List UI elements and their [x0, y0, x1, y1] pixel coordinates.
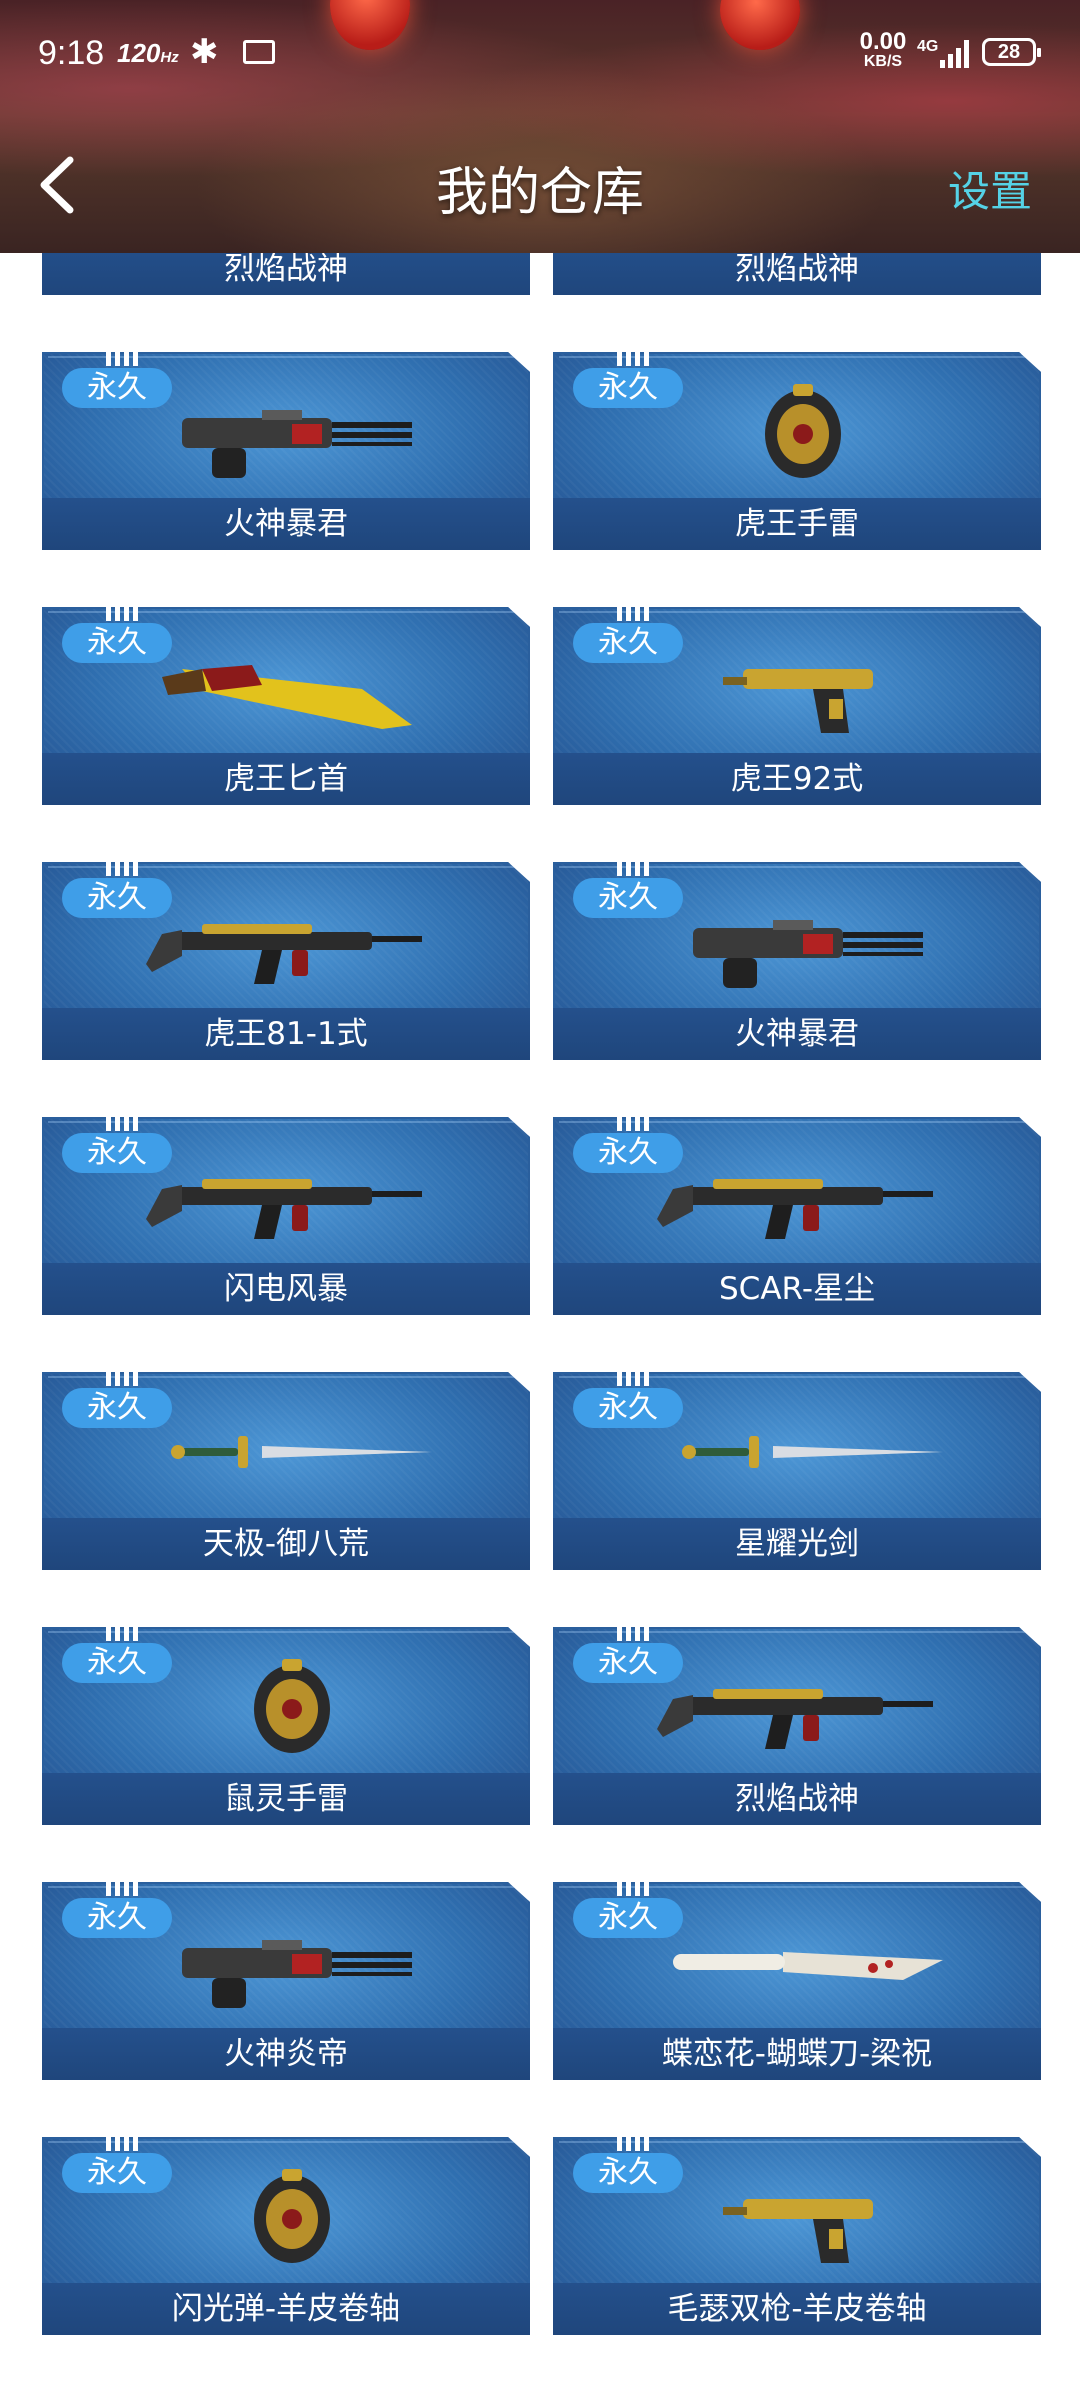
- card-tick-marks: [106, 862, 138, 876]
- rifle-icon: [653, 1649, 953, 1759]
- gatling-gun-icon: [142, 374, 442, 484]
- item-card[interactable]: 永久 虎王匕首: [42, 607, 530, 805]
- grenade-icon: [142, 2159, 442, 2269]
- item-name: 火神炎帝: [42, 2028, 530, 2080]
- card-tick-marks: [617, 1372, 649, 1386]
- item-name: SCAR-星尘: [553, 1263, 1041, 1315]
- card-tick-marks: [106, 2137, 138, 2151]
- gatling-gun-icon: [142, 1904, 442, 2014]
- card-tick-marks: [106, 1372, 138, 1386]
- network-speed-unit: KB/S: [863, 53, 903, 70]
- app-header: 9:18 120Hz ✱ 0.00 KB/S 4G 28 我的仓库 设置: [0, 0, 1080, 253]
- refresh-rate-unit: Hz: [160, 49, 179, 66]
- dagger-icon: [142, 629, 442, 739]
- item-card[interactable]: 永久 蝶恋花-蝴蝶刀-梁祝: [553, 1882, 1041, 2080]
- item-name: 虎王81-1式: [42, 1008, 530, 1060]
- item-name: 蝶恋花-蝴蝶刀-梁祝: [553, 2028, 1041, 2080]
- card-tick-marks: [106, 1117, 138, 1131]
- network-speed: 0.00 KB/S: [855, 28, 911, 72]
- network-type: 4G: [917, 38, 939, 55]
- card-tick-marks: [617, 2137, 649, 2151]
- card-tick-marks: [617, 352, 649, 366]
- rifle-icon: [142, 1139, 442, 1249]
- sword-icon: [653, 1394, 953, 1504]
- item-name: 星耀光剑: [553, 1518, 1041, 1570]
- bluetooth-icon: ✱: [190, 33, 219, 71]
- item-card[interactable]: 永久 虎王手雷: [553, 352, 1041, 550]
- sword-icon: [142, 1394, 442, 1504]
- rifle-icon: [653, 1139, 953, 1249]
- item-name: 虎王匕首: [42, 753, 530, 805]
- item-card[interactable]: 永久 天极-御八荒: [42, 1372, 530, 1570]
- item-card[interactable]: 永久 烈焰战神: [553, 1627, 1041, 1825]
- mail-icon: [243, 40, 275, 64]
- card-tick-marks: [617, 862, 649, 876]
- item-card[interactable]: 永久 火神暴君: [553, 862, 1041, 1060]
- card-tick-marks: [617, 1627, 649, 1641]
- item-name: 鼠灵手雷: [42, 1773, 530, 1825]
- card-tick-marks: [106, 1627, 138, 1641]
- refresh-rate-indicator: 120Hz: [117, 38, 179, 69]
- item-name: 火神暴君: [42, 498, 530, 550]
- gatling-gun-icon: [653, 884, 953, 994]
- item-name: 虎王92式: [553, 753, 1041, 805]
- network-speed-value: 0.00: [859, 28, 907, 55]
- item-card[interactable]: 永久 火神暴君: [42, 352, 530, 550]
- status-time: 9:18: [38, 34, 105, 72]
- rifle-icon: [142, 884, 442, 994]
- item-card[interactable]: 永久 虎王81-1式: [42, 862, 530, 1060]
- item-name: 闪光弹-羊皮卷轴: [42, 2283, 530, 2335]
- refresh-rate-value: 120: [117, 38, 161, 68]
- item-card[interactable]: 永久 星耀光剑: [553, 1372, 1041, 1570]
- pistol-icon: [653, 2159, 953, 2269]
- card-tick-marks: [617, 1117, 649, 1131]
- signal-icon: [940, 40, 970, 68]
- item-card[interactable]: 永久 鼠灵手雷: [42, 1627, 530, 1825]
- item-name: 毛瑟双枪-羊皮卷轴: [553, 2283, 1041, 2335]
- battery-icon: 28: [982, 38, 1041, 66]
- item-card[interactable]: 永久 火神炎帝: [42, 1882, 530, 2080]
- pistol-icon: [653, 629, 953, 739]
- card-tick-marks: [106, 607, 138, 621]
- item-name: 烈焰战神: [553, 1773, 1041, 1825]
- card-tick-marks: [106, 1882, 138, 1896]
- item-name: 火神暴君: [553, 1008, 1041, 1060]
- grenade-icon: [142, 1649, 442, 1759]
- battery-level: 28: [997, 41, 1021, 63]
- item-card[interactable]: 永久 闪光弹-羊皮卷轴: [42, 2137, 530, 2335]
- settings-button[interactable]: 设置: [948, 158, 1032, 219]
- warehouse-item-grid: 烈焰战神 烈焰战神 永久 火神暴君 永久 虎王手雷 永久 虎王匕首 永久 虎王92式 永久 虎王81-…: [0, 0, 1080, 2400]
- card-tick-marks: [617, 607, 649, 621]
- grenade-icon: [653, 374, 953, 484]
- item-name: 虎王手雷: [553, 498, 1041, 550]
- item-name: 闪电风暴: [42, 1263, 530, 1315]
- card-tick-marks: [617, 1882, 649, 1896]
- item-card[interactable]: 永久 SCAR-星尘: [553, 1117, 1041, 1315]
- status-bar: 9:18 120Hz ✱ 0.00 KB/S 4G 28: [0, 0, 1080, 110]
- card-tick-marks: [106, 352, 138, 366]
- knife-icon: [653, 1904, 953, 2014]
- item-card[interactable]: 永久 闪电风暴: [42, 1117, 530, 1315]
- page-title: 我的仓库: [435, 163, 644, 223]
- item-name: 天极-御八荒: [42, 1518, 530, 1570]
- item-card[interactable]: 永久 毛瑟双枪-羊皮卷轴: [553, 2137, 1041, 2335]
- item-card[interactable]: 永久 虎王92式: [553, 607, 1041, 805]
